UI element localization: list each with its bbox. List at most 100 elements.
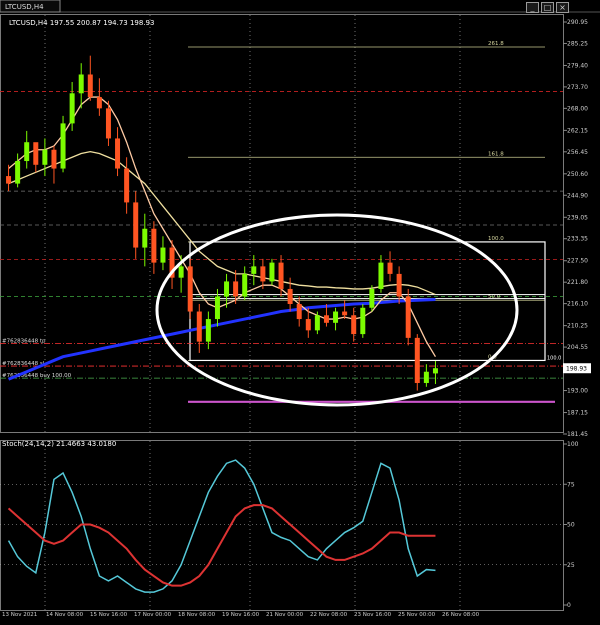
candle-body bbox=[242, 273, 248, 297]
x-tick-label: 17 Nov 00:00 bbox=[134, 612, 172, 618]
candle-body bbox=[360, 307, 366, 335]
candle-28 bbox=[260, 258, 266, 289]
x-tick-label: 18 Nov 08:00 bbox=[178, 612, 216, 618]
candle-1 bbox=[15, 153, 21, 188]
y-tick-label: 233.35 bbox=[567, 236, 588, 243]
chart-tab-label: LTCUSD,H4 bbox=[5, 3, 44, 11]
candle-16 bbox=[151, 221, 157, 274]
candle-38 bbox=[351, 307, 357, 342]
candle-body bbox=[33, 142, 39, 165]
x-tick-label: 25 Nov 00:00 bbox=[398, 612, 436, 618]
candle-36 bbox=[333, 307, 339, 331]
x-tick-label: 21 Nov 00:00 bbox=[266, 612, 304, 618]
candle-body bbox=[287, 288, 293, 305]
candle-4 bbox=[42, 138, 48, 177]
candle-body bbox=[305, 319, 311, 331]
candle-body bbox=[60, 123, 66, 169]
y-tick-label: 204.55 bbox=[567, 344, 588, 351]
y-tick-label: 273.70 bbox=[567, 84, 588, 91]
candle-body bbox=[405, 296, 411, 338]
candle-body bbox=[323, 315, 329, 323]
candle-6 bbox=[60, 115, 66, 173]
candle-body bbox=[260, 266, 266, 282]
y-tick-label: 210.25 bbox=[567, 323, 588, 330]
candle-46 bbox=[423, 364, 429, 387]
candle-body bbox=[51, 149, 57, 169]
ma-line-2 bbox=[8, 96, 437, 358]
last-price-label: 198.93 bbox=[566, 366, 587, 373]
candle-body bbox=[224, 281, 230, 297]
candle-body bbox=[160, 247, 166, 263]
x-tick-label: 26 Nov 08:00 bbox=[442, 612, 480, 618]
order-label: #762836448 tp bbox=[2, 339, 46, 345]
y-tick-label: 239.05 bbox=[567, 214, 588, 221]
fib-label: 50.0 bbox=[488, 294, 501, 300]
x-tick-label: 13 Nov 2021 bbox=[2, 612, 37, 618]
y-tick-label: 227.50 bbox=[567, 258, 588, 265]
candle-body bbox=[269, 262, 275, 282]
candle-10 bbox=[96, 78, 102, 116]
candle-17 bbox=[160, 236, 166, 271]
candle-body bbox=[196, 311, 202, 342]
candle-body bbox=[369, 288, 375, 308]
fib-label: 100.0 bbox=[488, 236, 504, 242]
x-tick-label: 19 Nov 16:00 bbox=[222, 612, 260, 618]
chart-canvas: LTCUSD,H4 290.95 285.25 279.40 273.70 268.00 2… bbox=[0, 0, 600, 618]
candle-14 bbox=[133, 191, 139, 259]
y-tick-label: 221.80 bbox=[567, 279, 588, 286]
candle-body bbox=[24, 142, 30, 162]
minimize-button[interactable]: _ bbox=[526, 2, 539, 13]
candle-44 bbox=[405, 288, 411, 346]
stoch-y-tick-label: 100 bbox=[567, 441, 579, 448]
candle-body bbox=[187, 266, 193, 312]
candle-13 bbox=[124, 157, 130, 214]
y-tick-label: 290.95 bbox=[567, 19, 588, 26]
candle-body bbox=[15, 161, 21, 184]
candle-body bbox=[178, 266, 184, 278]
candle-20 bbox=[187, 258, 193, 320]
y-tick-label: 256.45 bbox=[567, 149, 588, 156]
candle-body bbox=[296, 304, 302, 320]
candle-body bbox=[78, 74, 84, 94]
candle-body bbox=[414, 337, 420, 384]
candle-12 bbox=[115, 127, 121, 177]
candle-body bbox=[142, 228, 148, 248]
candle-body bbox=[133, 202, 139, 248]
y-tick-label: 216.10 bbox=[567, 301, 588, 308]
candle-15 bbox=[142, 213, 148, 267]
y-tick-label: 193.00 bbox=[567, 388, 588, 395]
y-tick-label: 268.00 bbox=[567, 105, 588, 112]
stoch-y-tick-label: 25 bbox=[567, 562, 575, 569]
candle-body bbox=[214, 296, 220, 320]
candle-body bbox=[96, 97, 102, 109]
candle-body bbox=[124, 168, 130, 203]
y-tick-label: 187.15 bbox=[567, 410, 588, 417]
candle-0 bbox=[6, 164, 12, 192]
candle-body bbox=[69, 93, 75, 124]
candle-21 bbox=[196, 304, 202, 353]
candle-9 bbox=[87, 55, 93, 101]
candle-body bbox=[314, 315, 320, 331]
candle-3 bbox=[33, 142, 39, 173]
stoch-y-tick-label: 50 bbox=[567, 522, 575, 529]
close-button[interactable]: × bbox=[556, 2, 569, 13]
y-tick-label: 250.60 bbox=[567, 171, 588, 178]
stoch-line-1 bbox=[7, 504, 436, 587]
maximize-button[interactable]: □ bbox=[541, 2, 554, 13]
candle-body bbox=[6, 176, 12, 184]
candle-body bbox=[205, 319, 211, 342]
stoch-y-tick-label: 75 bbox=[567, 481, 575, 488]
x-tick-label: 15 Nov 16:00 bbox=[90, 612, 128, 618]
candle-37 bbox=[342, 300, 348, 320]
candle-body bbox=[87, 74, 93, 98]
candle-40 bbox=[369, 285, 375, 312]
candle-32 bbox=[296, 296, 302, 327]
y-tick-label: 244.90 bbox=[567, 192, 588, 199]
symbol-header: LTCUSD,H4 197.55 200.87 194.73 198.93 bbox=[9, 19, 155, 27]
candle-body bbox=[342, 311, 348, 316]
candle-body bbox=[115, 138, 121, 169]
candle-8 bbox=[78, 63, 84, 109]
candle-body bbox=[396, 273, 402, 297]
candle-body bbox=[423, 371, 429, 384]
candle-body bbox=[387, 262, 393, 274]
